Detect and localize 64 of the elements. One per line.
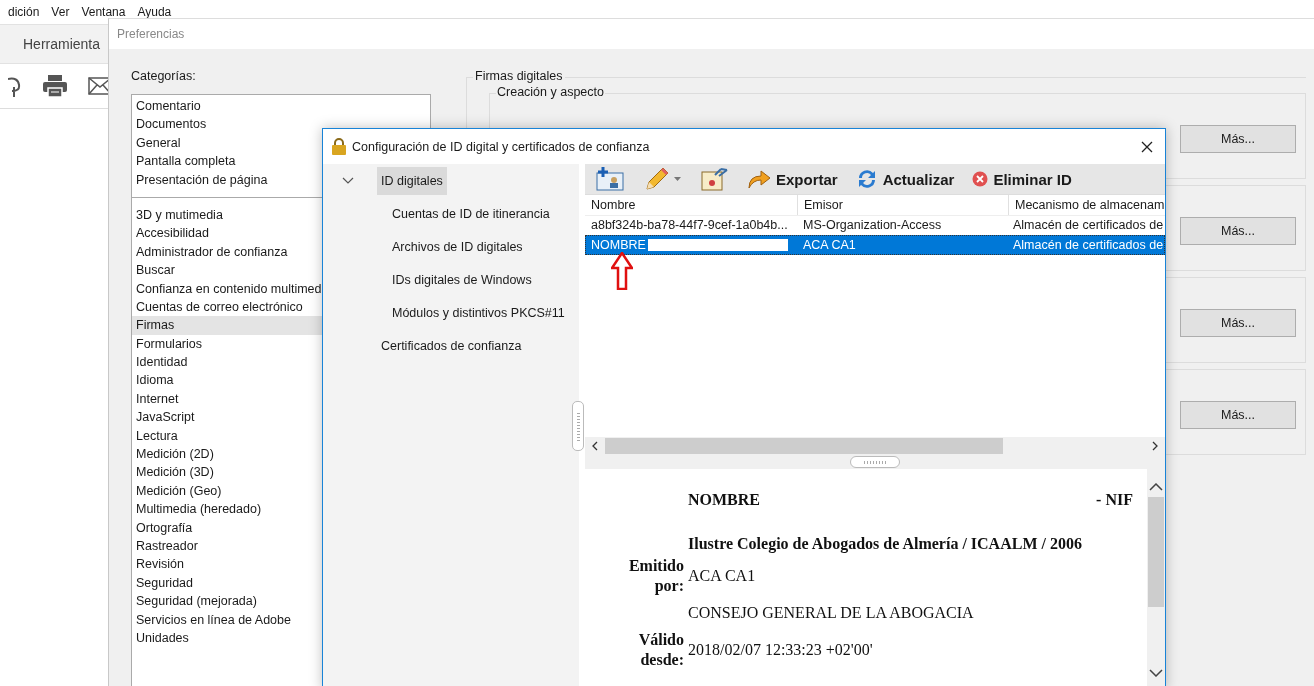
toolbar-button[interactable] [643,167,681,191]
arrow-annotation [611,252,633,290]
field-value: ACA CA1 [688,567,756,585]
window-title: Preferencias [117,27,185,41]
splitter-handle[interactable] [850,456,900,468]
menu-item[interactable]: Ventana [81,5,126,19]
organization: Ilustre Colegio de Abogados de Almería / ICAALM / 2006 [688,535,1083,553]
column-header[interactable]: Nombre [585,195,798,215]
arrow-icon [747,169,771,189]
table-row[interactable]: NOMBRE ACA CA1 Almacén de certificados de [585,235,1165,255]
more-button[interactable]: Más... [1180,401,1296,429]
more-button[interactable]: Más... [1180,309,1296,337]
nav-item[interactable]: ID digitales [377,166,447,195]
table-cell-text: ACA CA1 [802,237,857,252]
table-row[interactable]: a8bf324b-ba78-44f7-9cef-1a0b4b... MS-Organization-Access Almacén de certificados de [585,215,1165,235]
toolbar-button[interactable]: Actualizar [855,168,955,190]
category-item[interactable]: Comentario [132,97,430,116]
menu-item[interactable]: dición [8,5,40,19]
field-label: Válido desde: [637,630,684,670]
nav-item[interactable]: Archivos de ID digitales [388,232,527,261]
nav-item[interactable]: Cuentas de ID de itinerancia [388,199,554,228]
more-button[interactable]: Más... [1180,217,1296,245]
add-card-icon [595,167,625,191]
table-cell: NOMBRE [591,237,646,252]
vertical-scrollbar[interactable] [1147,469,1165,686]
categories-label: Categorías: [131,69,197,83]
section-title: Creación y aspecto [496,85,605,99]
tab[interactable]: Herramienta [23,36,101,52]
group-title: Firmas digitales [473,69,565,83]
delete-icon [972,171,989,187]
close-icon[interactable] [1141,140,1153,153]
print-icon[interactable] [43,75,67,97]
field-value: 2018/02/07 12:33:23 +02'00' [688,641,873,659]
table-cell-text: a8bf324b-ba78-44f7-9cef-1a0b4b... [590,218,789,233]
lock-icon [332,138,346,155]
toolbar-button[interactable]: Exportar [747,169,838,189]
splitter-handle[interactable] [572,401,584,451]
toolbar-button[interactable] [595,167,625,191]
pencil-icon [643,167,669,191]
field-label: Emitido por: [627,556,684,596]
scrollbar-thumb[interactable] [1148,497,1164,607]
certificate-name: NOMBRE [688,491,760,509]
field-value: CONSEJO GENERAL DE LA ABOGACIA [688,604,974,622]
certificate-icon [699,167,729,191]
horizontal-scrollbar[interactable] [585,437,1165,455]
menu-item[interactable]: Ver [51,5,70,19]
scrollbar-thumb[interactable] [605,438,1003,454]
chevron-up-icon[interactable] [1149,483,1163,491]
certificate-suffix: - NIF [1096,491,1133,509]
category-item[interactable]: Documentos [132,115,430,134]
chevron-left-icon[interactable] [591,441,599,451]
column-header[interactable]: Emisor [798,195,1009,215]
toolbar-button[interactable] [699,167,729,191]
chevron-down-icon[interactable] [1149,669,1163,677]
table-cell-text: Almacén de certificados de [1012,237,1164,252]
table-cell-text: MS-Organization-Access [802,218,943,233]
nav-item[interactable]: IDs digitales de Windows [388,265,536,294]
chevron-right-icon[interactable] [1151,441,1159,451]
chevron-icon[interactable] [342,176,354,185]
toolbar-button[interactable]: Eliminar ID [972,170,1072,188]
table-cell-text: Almacén de certificados de [1012,218,1164,233]
more-button[interactable]: Más... [1180,125,1296,153]
menu-item[interactable]: Ayuda [137,5,172,19]
dialog-title: Configuración de ID digital y certificados de confianza [352,139,651,154]
